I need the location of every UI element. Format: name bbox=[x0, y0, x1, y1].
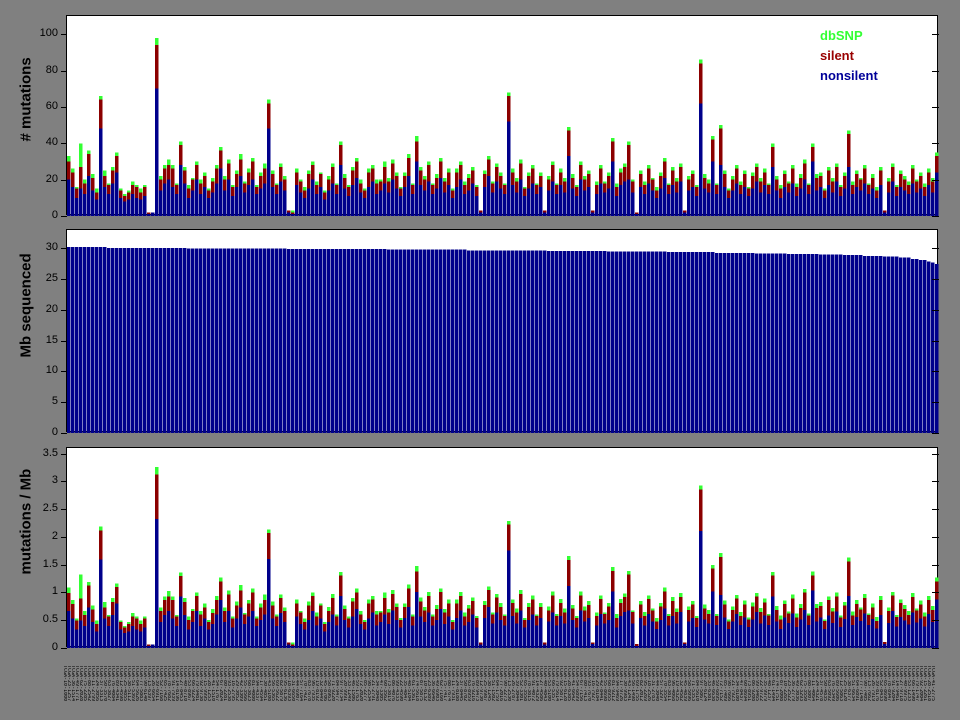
y-tick-label: 100 bbox=[39, 27, 58, 40]
y-tick-label: 20 bbox=[45, 172, 58, 185]
mutations-per-mb-chart bbox=[61, 447, 939, 649]
y-tick-label: 3 bbox=[51, 474, 58, 487]
mutations-count-chart bbox=[61, 15, 939, 217]
legend-item-silent: silent bbox=[820, 48, 854, 63]
y-tick-label: 60 bbox=[45, 99, 58, 112]
y-tick-label: 20 bbox=[45, 302, 58, 315]
y-tick-label: 1 bbox=[51, 585, 58, 598]
mutations-per-mb-bars bbox=[61, 454, 939, 649]
y-tick-label: 0 bbox=[51, 209, 58, 221]
x-tick-labels: TCGA-10-1000 TCGA-23-1257 TCGA-36-1514 TCGA… bbox=[63, 665, 940, 720]
legend-item-nonsilent: nonsilent bbox=[820, 68, 878, 83]
y-tick-label: 30 bbox=[45, 241, 58, 254]
mb-sequenced-chart bbox=[61, 229, 939, 434]
x-tick-label: TCGA-41-2775 bbox=[931, 665, 935, 702]
y-tick-label: 3.5 bbox=[42, 446, 58, 459]
y-tick-label: 2.5 bbox=[42, 502, 58, 515]
legend-item-dbsnp: dbSNP bbox=[820, 28, 863, 43]
y-tick-label: 0 bbox=[51, 426, 58, 438]
y-tick-label: 80 bbox=[45, 63, 58, 76]
y-tick-label: 10 bbox=[45, 364, 58, 377]
mb-sequenced-bars bbox=[61, 247, 939, 434]
y-tick-label: 40 bbox=[45, 136, 58, 149]
y-tick-label: 25 bbox=[45, 272, 58, 285]
y-axis-label-mutations: # mutations bbox=[17, 57, 35, 142]
y-tick-label: 5 bbox=[51, 395, 58, 408]
chart-legend: dbSNP silent nonsilent bbox=[820, 26, 878, 86]
mutations-count-bars bbox=[61, 34, 939, 217]
y-tick-label: 1.5 bbox=[42, 557, 58, 570]
y-tick-label: 15 bbox=[45, 333, 58, 346]
y-tick-label: 2 bbox=[51, 529, 58, 542]
y-tick-label: 0.5 bbox=[42, 613, 58, 626]
y-tick-label: 0 bbox=[51, 641, 58, 653]
